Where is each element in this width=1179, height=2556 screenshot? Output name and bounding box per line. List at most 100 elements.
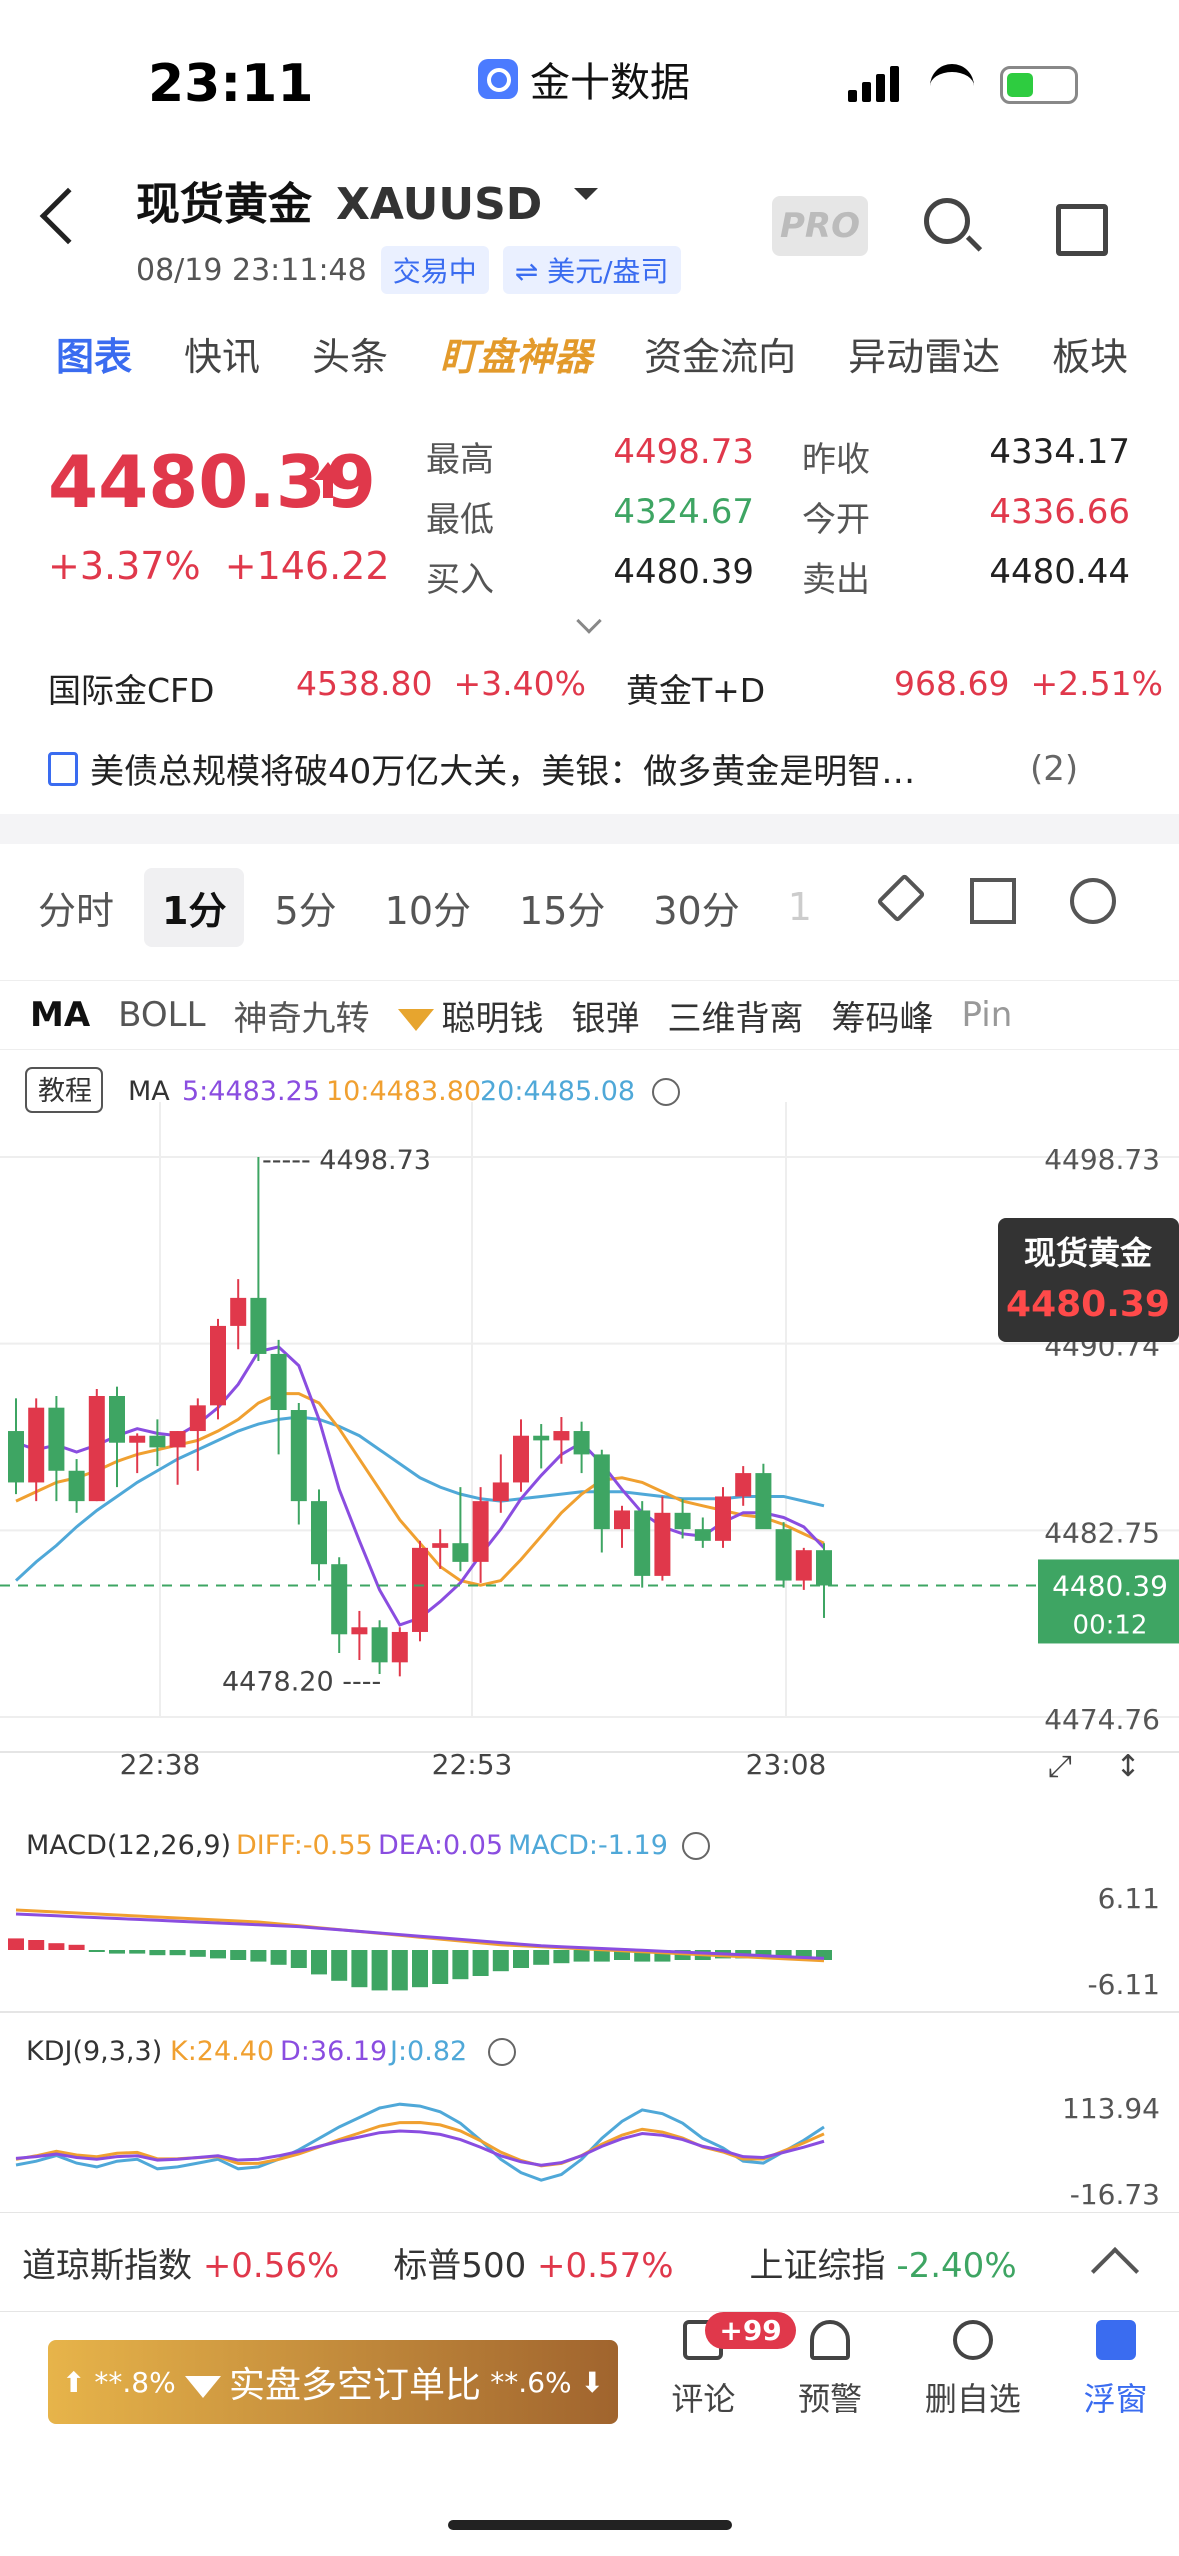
minus-circle-icon	[952, 2320, 993, 2360]
diamond-icon	[184, 2376, 221, 2398]
share-icon[interactable]	[1056, 204, 1108, 256]
indicator-boll[interactable]: BOLL	[104, 995, 219, 1035]
low-value: 4324.67	[613, 492, 754, 532]
macd-bar	[513, 1950, 529, 1968]
open-label: 今开	[802, 500, 870, 540]
indicator-td[interactable]: 神奇九转	[220, 991, 384, 1040]
high-value: 4498.73	[613, 432, 754, 472]
candle-body	[28, 1407, 45, 1483]
indicator-smart-money-label: 聪明钱	[441, 998, 544, 1039]
bid-value: 4480.39	[613, 552, 754, 592]
layout-grid-icon[interactable]	[970, 878, 1016, 924]
macd-bar	[432, 1950, 449, 1984]
price-change: +3.37% +146.22	[48, 544, 390, 588]
candle-body	[48, 1407, 65, 1471]
period-tab[interactable]: 30分	[635, 880, 757, 935]
tab-fund-flow[interactable]: 资金流向	[618, 326, 822, 396]
macd-bar	[169, 1950, 186, 1956]
candle-body	[189, 1405, 206, 1432]
macd-legend: MACD(12,26,9)	[26, 1830, 231, 1861]
related-a-name[interactable]: 国际金CFD	[48, 664, 214, 712]
instrument-title[interactable]: 现货黄金 XAUUSD	[136, 168, 542, 232]
expand-quote-icon[interactable]	[576, 608, 602, 634]
related-b-name[interactable]: 黄金T+D	[626, 664, 765, 712]
bottom-actions: +99 评论 预警 删自选 浮窗	[640, 2312, 1179, 2440]
macd-bar	[270, 1950, 287, 1965]
short-ratio: **.6% ⬇	[490, 2365, 604, 2399]
period-tab[interactable]: 1	[770, 885, 830, 929]
instrument-symbol: XAUUSD	[336, 179, 543, 230]
macd-value: MACD:-1.19	[508, 1830, 668, 1861]
index-sse: 上证综指 -2.40%	[674, 2238, 1017, 2287]
candle-body	[614, 1510, 630, 1530]
period-tab[interactable]: 分时	[20, 880, 132, 935]
tab-chart[interactable]: 图表	[0, 326, 158, 396]
comment-button[interactable]: +99 评论	[671, 2312, 796, 2440]
tab-anomaly-radar[interactable]: 异动雷达	[822, 326, 1026, 396]
kdj-tick: 113.94	[1062, 2092, 1160, 2125]
indicator-smart-money[interactable]: 聪明钱	[384, 991, 558, 1040]
time-tick: 23:08	[746, 1748, 827, 1781]
home-indicator	[448, 2520, 732, 2530]
wifi-icon	[930, 64, 974, 98]
tab-flash[interactable]: 快讯	[158, 326, 286, 396]
period-tab[interactable]: 10分	[367, 880, 489, 935]
remove-watchlist-button[interactable]: 删自选	[925, 2320, 1021, 2440]
pro-button[interactable]: PRO	[772, 196, 868, 256]
float-window-button[interactable]: 浮窗	[1084, 2320, 1148, 2440]
period-tab[interactable]: 15分	[501, 880, 623, 935]
period-tab-selected[interactable]: 1分	[144, 867, 245, 947]
macd-bar	[149, 1950, 166, 1956]
macd-bar	[331, 1950, 348, 1981]
last-price-tag: 4480.39	[1052, 1569, 1168, 1602]
candle-body	[109, 1395, 125, 1443]
status-time: 23:11	[148, 54, 314, 114]
candle-body	[533, 1435, 550, 1441]
settings-hex-icon[interactable]	[1070, 878, 1116, 924]
candle-body	[68, 1470, 85, 1502]
index-name: 标普500	[393, 2245, 527, 2286]
comment-label: 评论	[671, 2380, 736, 2418]
indicator-ma[interactable]: MA	[0, 995, 104, 1035]
index-strip[interactable]: 道琼斯指数 +0.56% 标普500 +0.57% 上证综指 -2.40%	[0, 2212, 1179, 2312]
candle-body	[210, 1325, 226, 1406]
ma10-legend: 10:4483.80	[326, 1076, 481, 1107]
indicator-pin[interactable]: Pin	[948, 995, 1027, 1035]
candle-body	[553, 1431, 570, 1441]
alert-label: 预警	[798, 2380, 863, 2418]
index-value: +0.56%	[202, 2245, 340, 2286]
candle-body	[432, 1543, 449, 1548]
ma-settings-icon	[652, 1078, 680, 1106]
up-arrow-stem	[323, 478, 333, 498]
tab-watch-tool[interactable]: 盯盘神器	[414, 326, 618, 396]
tab-headlines[interactable]: 头条	[286, 326, 414, 396]
news-ticker[interactable]: 美债总规模将破40万亿大关，美银：做多黄金是明智… (2)	[48, 744, 1138, 793]
search-icon[interactable]	[924, 198, 970, 244]
candle-body	[452, 1543, 469, 1562]
related-b-price: 968.69	[894, 664, 1010, 703]
zoom-icon: ⤢	[1048, 1749, 1072, 1784]
candle-body	[715, 1496, 731, 1541]
kline-chart[interactable]: 教程 MA 5:4483.25 10:4483.8020:4485.08 4498.73…	[0, 1052, 1179, 2212]
ask-value: 4480.44	[989, 552, 1130, 592]
indicator-divergence[interactable]: 三维背离	[654, 991, 818, 1040]
long-short-ratio-banner[interactable]: ⬆ **.8% 实盘多空订单比 **.6% ⬇	[48, 2340, 618, 2424]
macd-bar	[573, 1950, 590, 1962]
candle-body	[573, 1431, 590, 1455]
related-a-pct: +3.40%	[453, 664, 586, 703]
back-button[interactable]	[39, 187, 97, 245]
period-tab[interactable]: 5分	[256, 880, 354, 935]
macd-bar	[553, 1950, 570, 1964]
macd-bar	[129, 1950, 146, 1954]
tab-sector[interactable]: 板块	[1026, 326, 1154, 396]
chart-labels: 教程 MA 5:4483.25 10:4483.8020:4485.08 4498.73…	[0, 1067, 1179, 1784]
symbol-dropdown-icon[interactable]	[574, 188, 598, 200]
status-app-indicator: 金十数据	[478, 50, 690, 108]
indicator-chip-peak[interactable]: 筹码峰	[818, 991, 948, 1040]
price-tick: 4474.76	[1044, 1703, 1160, 1736]
indicator-silver-bullet[interactable]: 银弹	[558, 991, 654, 1040]
currency-unit-toggle[interactable]: ⇌ 美元/盎司	[502, 246, 681, 294]
index-name: 道琼斯指数	[22, 2245, 192, 2286]
macd-bar	[8, 1938, 24, 1950]
alert-button[interactable]: 预警	[798, 2320, 862, 2440]
